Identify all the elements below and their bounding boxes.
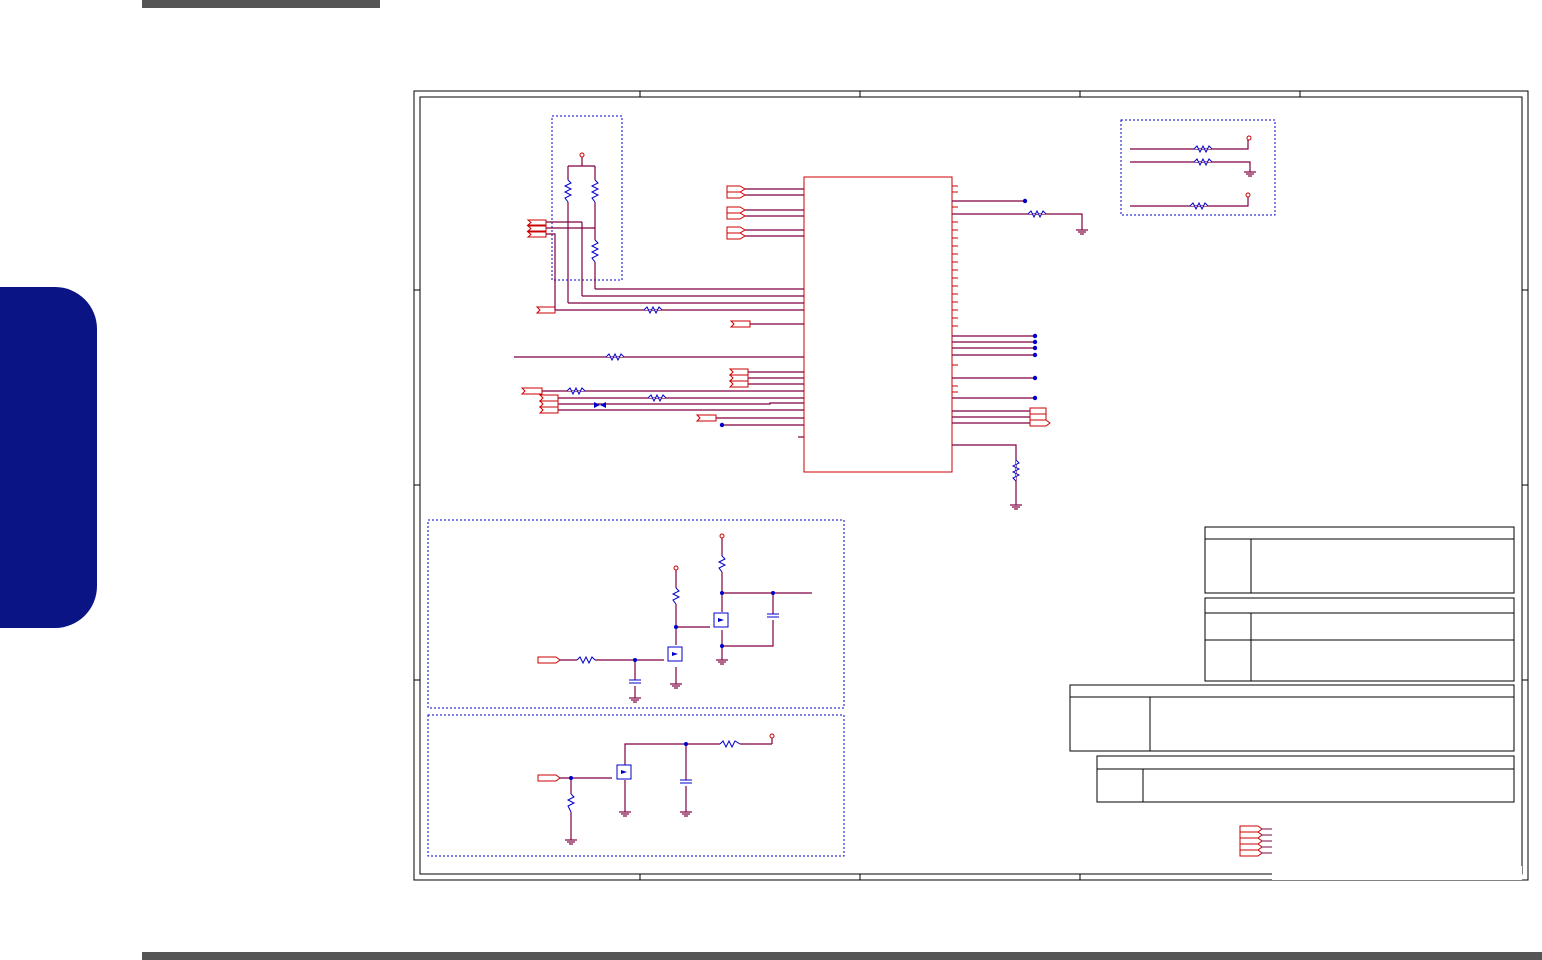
main-ic-body xyxy=(803,176,953,473)
title-tables xyxy=(1069,526,1515,803)
sheet-frame xyxy=(413,90,1529,881)
junction-dots xyxy=(719,198,1038,428)
mosfet-driver-wires xyxy=(560,738,773,845)
strap-network xyxy=(1130,140,1256,207)
mosfet-switch-wires xyxy=(560,538,812,703)
offpage-connector-stubs xyxy=(1262,828,1272,854)
pull-up-network xyxy=(546,157,596,310)
driver-power-pin xyxy=(769,733,775,739)
inline-resistors xyxy=(566,209,1047,482)
strap-resistor-block xyxy=(1120,119,1276,216)
ic-right-wires xyxy=(952,200,1083,505)
dashed-blocks xyxy=(427,115,1276,857)
title-block-mask xyxy=(1272,866,1522,880)
mosfet-switch-parts xyxy=(576,555,779,684)
vcc-pin xyxy=(579,152,585,158)
pull-up-resistor-block xyxy=(551,115,623,281)
footer-bar xyxy=(142,952,1542,960)
schematic-drawing xyxy=(413,90,1529,881)
bead xyxy=(594,402,606,408)
ground-symbols xyxy=(1010,229,1088,510)
mosfet-switch-power-pins xyxy=(673,533,725,571)
strap-resistors xyxy=(1189,144,1213,211)
mosfet-driver-block xyxy=(427,714,845,857)
ic-pin-stubs xyxy=(952,185,958,393)
mosfet-driver-nodes xyxy=(569,742,688,780)
mosfet-driver-parts xyxy=(566,739,741,813)
schematic-sheet xyxy=(0,0,1542,960)
